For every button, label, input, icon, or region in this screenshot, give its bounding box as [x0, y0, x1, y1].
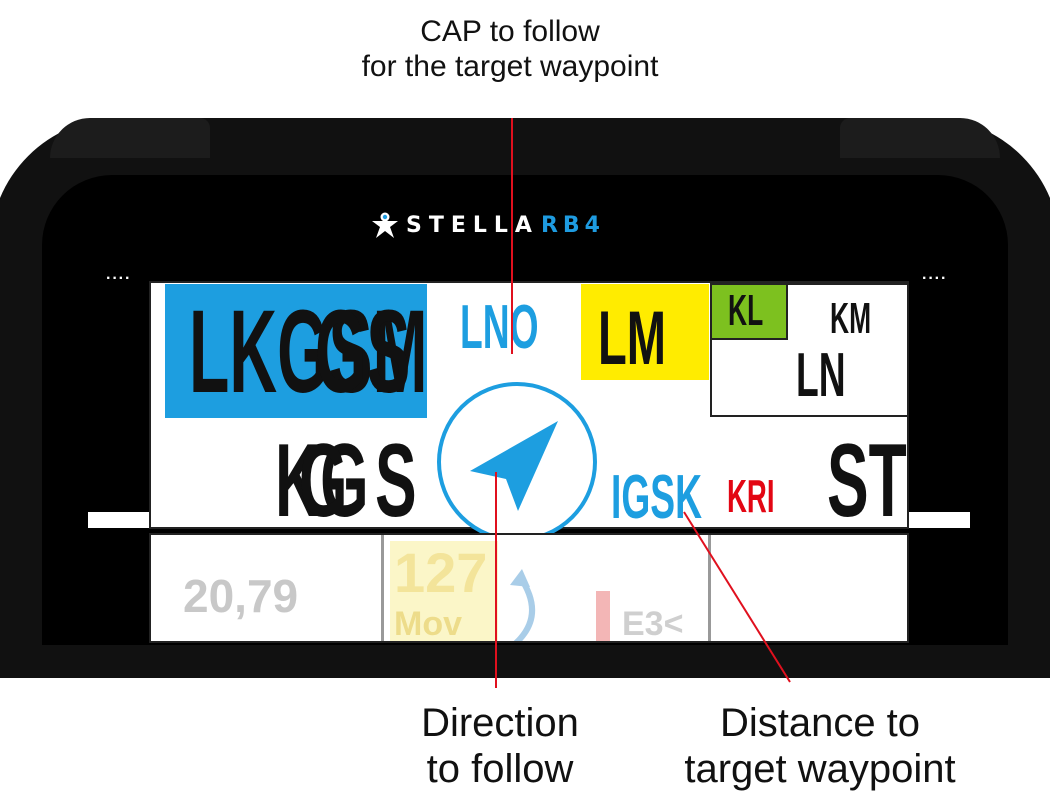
brand-logo: STELLA RB4: [370, 208, 605, 242]
direction-caption-line2: to follow: [426, 747, 574, 791]
lower-value-2: 127: [394, 541, 488, 604]
lower-data-panel: 20,79 127 Mov E3<: [149, 533, 909, 643]
lower-value-2-label: Mov: [394, 605, 462, 643]
cap-caption: CAP to follow for the target waypoint: [340, 14, 680, 85]
star-person-icon: [372, 212, 398, 238]
navigation-arrow-icon: [437, 382, 597, 542]
brand-name-part2: RB4: [540, 212, 605, 238]
lower-value-3: E3<: [622, 605, 684, 643]
distance-caption: Distance to target waypoint: [650, 700, 990, 792]
cap-caption-line2: for the target waypoint: [361, 50, 659, 84]
distance-value: IGSK: [611, 463, 702, 532]
brand-name-part1: STELLA: [406, 212, 539, 238]
navigation-display: LKGSM GS LNO LM KL KM LN KG G S IGSK KRI…: [149, 281, 909, 542]
yellow-value: LM: [598, 296, 667, 381]
green-value: KL: [728, 286, 764, 335]
side-bar-right: [908, 512, 970, 528]
red-value: KRI: [727, 470, 775, 522]
direction-caption-line1: Direction: [421, 701, 579, 745]
menu-dots-right[interactable]: ····: [922, 270, 947, 288]
cap-value: LNO: [460, 293, 539, 362]
menu-dots-left[interactable]: ····: [106, 270, 131, 288]
green-indicator: KL: [712, 285, 788, 340]
lower-cell-1: 20,79: [151, 535, 384, 641]
mid-left-overlay: G: [299, 423, 348, 539]
distance-caption-line1: Distance to: [719, 701, 921, 745]
right-info-box: KL KM LN: [710, 283, 909, 417]
right-value: ST: [827, 423, 907, 539]
mid-left-suffix: S: [375, 423, 417, 539]
lower-red-bar: [596, 591, 610, 641]
lower-value-1: 20,79: [183, 570, 299, 622]
direction-caption: Direction to follow: [390, 700, 610, 792]
side-bar-left: [88, 512, 150, 528]
top-left-overlay: GS: [315, 286, 411, 418]
box-value-top: KM: [830, 294, 872, 343]
lower-cell-2: 127 Mov E3<: [384, 535, 711, 641]
cap-caption-line1: CAP to follow: [420, 15, 600, 48]
distance-caption-line2: target waypoint: [684, 747, 956, 791]
trend-arrow-icon: [510, 569, 536, 641]
box-value-bottom: LN: [796, 341, 846, 410]
